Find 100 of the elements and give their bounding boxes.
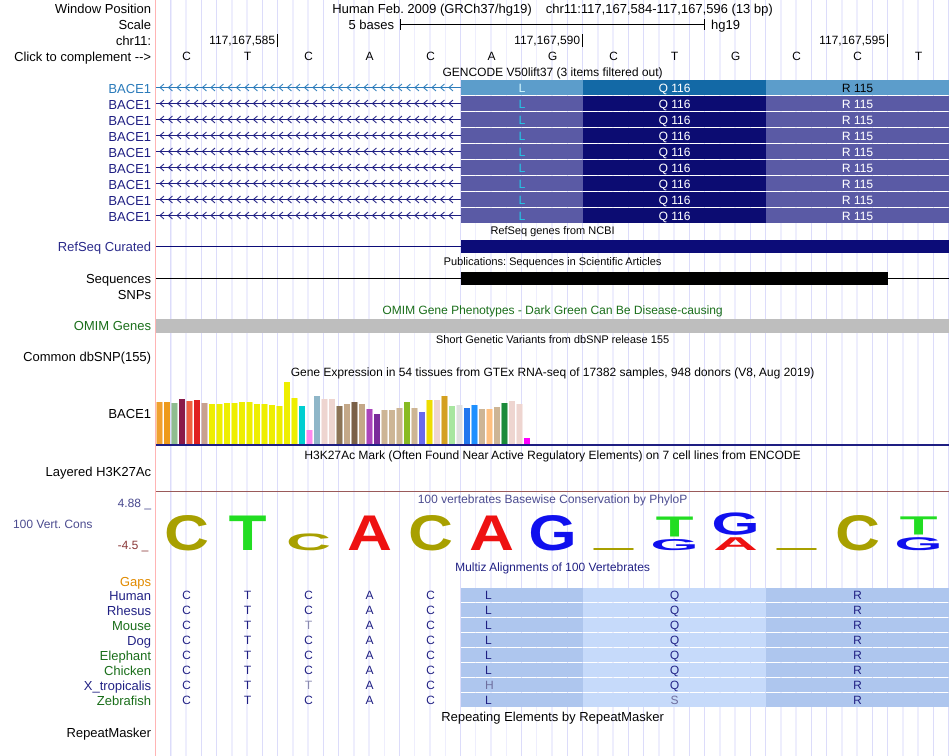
aligned-amino-acid: R (766, 678, 949, 692)
base-letter[interactable]: T (914, 49, 922, 63)
track-label[interactable]: OMIM Genes (74, 318, 155, 333)
aligned-amino-acid: L (461, 603, 583, 617)
aligned-base: T (242, 663, 252, 677)
aligned-amino-acid: Q (583, 603, 766, 617)
base-letter[interactable]: C (426, 49, 435, 63)
aligned-base: C (303, 603, 314, 617)
codon-block: L (461, 80, 583, 95)
aligned-base: C (181, 678, 192, 692)
aligned-base: C (181, 603, 192, 617)
codon-block: R 115 (766, 96, 949, 111)
base-letter[interactable]: A (487, 49, 496, 63)
track-label[interactable]: Click to complement --> (14, 48, 155, 64)
track-label[interactable]: Common dbSNP(155) (23, 348, 155, 364)
aligned-amino-acid: L (461, 693, 583, 707)
codon-block: Q 116 (583, 208, 766, 223)
codon-block: L (461, 128, 583, 143)
base-letter[interactable]: C (792, 49, 801, 63)
codon-block: L (461, 96, 583, 111)
aligned-base: T (242, 603, 252, 617)
base-letter[interactable]: A (365, 49, 374, 63)
base-letter[interactable]: C (182, 49, 191, 63)
species-label[interactable]: Rhesus (106, 603, 155, 618)
gene-label[interactable]: BACE1 (108, 160, 155, 176)
aligned-base: C (425, 633, 436, 647)
base-letter[interactable]: T (244, 49, 252, 63)
gene-label[interactable]: BACE1 (108, 128, 155, 144)
base-letter[interactable]: C (304, 49, 313, 63)
aligned-base: T (242, 648, 252, 662)
species-label[interactable]: Chicken (104, 663, 155, 678)
track-title: Publications: Sequences in Scientific Articles (444, 256, 662, 268)
species-label[interactable]: Zebrafish (96, 693, 155, 708)
codon-block: L (461, 208, 583, 223)
codon-block: R 115 (766, 192, 949, 207)
logo-letter: C (408, 506, 453, 554)
assembly-name: Human Feb. 2009 (GRCh37/hg19) (332, 0, 532, 16)
gene-label[interactable]: BACE1 (108, 192, 155, 208)
codon-block: R 115 (766, 112, 949, 127)
aligned-base: C (425, 618, 436, 632)
aligned-base: C (181, 648, 192, 662)
coordinate-label: 117,167,590 (514, 34, 583, 46)
track-label[interactable]: RefSeq Curated (58, 238, 155, 254)
gene-label[interactable]: BACE1 (108, 80, 155, 96)
aligned-base: A (364, 618, 374, 632)
gene-label[interactable]: BACE1 (108, 176, 155, 192)
gene-label[interactable]: BACE1 (108, 144, 155, 160)
track-label[interactable]: RepeatMasker (66, 724, 155, 740)
aligned-base: C (303, 588, 314, 602)
species-label[interactable]: X_tropicalis (84, 678, 155, 693)
codon-block: Q 116 (583, 80, 766, 95)
gene-label[interactable]: BACE1 (108, 96, 155, 112)
track-label[interactable]: Layered H3K27Ac (45, 464, 155, 479)
base-letter[interactable]: G (730, 49, 740, 63)
base-letter[interactable]: C (853, 49, 862, 63)
aligned-base: A (364, 588, 374, 602)
aligned-base: T (304, 618, 314, 632)
aligned-amino-acid: R (766, 633, 949, 647)
codon-block: L (461, 160, 583, 175)
track-label[interactable]: BACE1 (108, 406, 155, 420)
base-letter[interactable]: C (609, 49, 618, 63)
logo-letter: A (347, 506, 392, 554)
codon-block: Q 116 (583, 160, 766, 175)
codon-block: R 115 (766, 160, 949, 175)
aligned-base: A (364, 603, 374, 617)
gene-label[interactable]: BACE1 (108, 112, 155, 128)
track-title: 100 vertebrates Basewise Conservation by PhyloP (418, 492, 688, 506)
scale-text: 5 bases (348, 16, 394, 32)
track-label[interactable]: SNPs (118, 286, 155, 302)
track-label[interactable]: Sequences (86, 270, 155, 286)
gene-label[interactable]: BACE1 (108, 208, 155, 224)
species-label[interactable]: Elephant (100, 648, 155, 663)
track-label[interactable]: 100 Vert. Cons (0, 516, 118, 531)
codon-block: Q 116 (583, 112, 766, 127)
aligned-base: C (181, 618, 192, 632)
aligned-base: A (364, 648, 374, 662)
codon-block: L (461, 192, 583, 207)
aligned-base: C (181, 693, 192, 707)
aligned-amino-acid: Q (583, 618, 766, 632)
codon-block: R 115 (766, 144, 949, 159)
aligned-amino-acid: Q (583, 633, 766, 647)
base-letter[interactable]: G (548, 49, 558, 63)
aligned-amino-acid: L (461, 588, 583, 602)
aligned-base: C (425, 678, 436, 692)
aligned-base: C (181, 633, 192, 647)
aligned-base: C (425, 603, 436, 617)
aligned-base: T (242, 693, 252, 707)
codon-block: R 115 (766, 208, 949, 223)
aligned-base: T (242, 588, 252, 602)
track-title: Repeating Elements by RepeatMasker (441, 708, 664, 724)
aligned-amino-acid: L (461, 663, 583, 677)
track-title: Short Genetic Variants from dbSNP release 155 (436, 334, 670, 346)
species-label[interactable]: Human (109, 588, 155, 603)
logo-letter: C (286, 528, 331, 554)
species-label[interactable]: Mouse (112, 618, 155, 633)
codon-block: R 115 (766, 128, 949, 143)
track-title: OMIM Gene Phenotypes - Dark Green Can Be Disease-causing (382, 303, 723, 317)
base-letter[interactable]: T (670, 49, 678, 63)
species-label[interactable]: Dog (127, 633, 155, 648)
aligned-base: A (364, 678, 374, 692)
